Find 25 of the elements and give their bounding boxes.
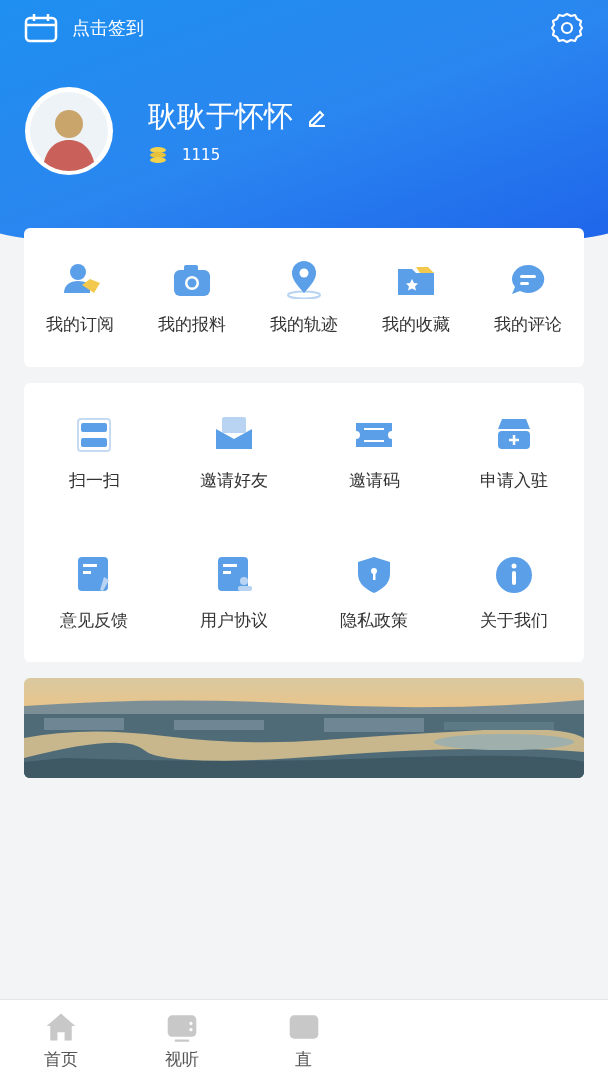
coins-icon bbox=[148, 145, 168, 165]
service-label[interactable]: 申请入驻 bbox=[480, 469, 548, 493]
points-count: 1115 bbox=[182, 146, 221, 164]
service-label[interactable]: 意见反馈 bbox=[60, 608, 128, 632]
nav-label: 视听 bbox=[165, 1047, 200, 1071]
service-label[interactable]: 关于我们 bbox=[480, 608, 548, 632]
service-label[interactable]: 扫一扫 bbox=[68, 469, 120, 493]
settings-icon[interactable] bbox=[550, 11, 584, 45]
calendar-icon[interactable] bbox=[24, 13, 58, 43]
shortcut-label[interactable]: 我的轨迹 bbox=[270, 313, 338, 336]
service-label[interactable]: 隐私政策 bbox=[340, 608, 408, 632]
avatar[interactable] bbox=[24, 86, 114, 176]
shortcut-label[interactable]: 我的报料 bbox=[158, 313, 226, 336]
nav-tab[interactable]: 视听 bbox=[121, 1009, 244, 1071]
shortcut-label[interactable]: 我的评论 bbox=[494, 313, 562, 336]
username: 耿耿于怀怀 bbox=[148, 98, 293, 135]
service-label[interactable]: 邀请码 bbox=[348, 469, 400, 493]
service-label[interactable]: 用户协议 bbox=[200, 608, 268, 632]
shortcut-label[interactable]: 我的收藏 bbox=[382, 313, 450, 336]
service-label[interactable]: 邀请好友 bbox=[200, 469, 268, 493]
nav-label: 直 bbox=[295, 1047, 313, 1071]
nav-tab[interactable]: 直 bbox=[243, 1009, 365, 1071]
shortcut-label[interactable]: 我的订阅 bbox=[46, 313, 114, 336]
nav-tab[interactable]: 首页 bbox=[0, 1009, 122, 1071]
nav-label: 首页 bbox=[43, 1047, 78, 1071]
